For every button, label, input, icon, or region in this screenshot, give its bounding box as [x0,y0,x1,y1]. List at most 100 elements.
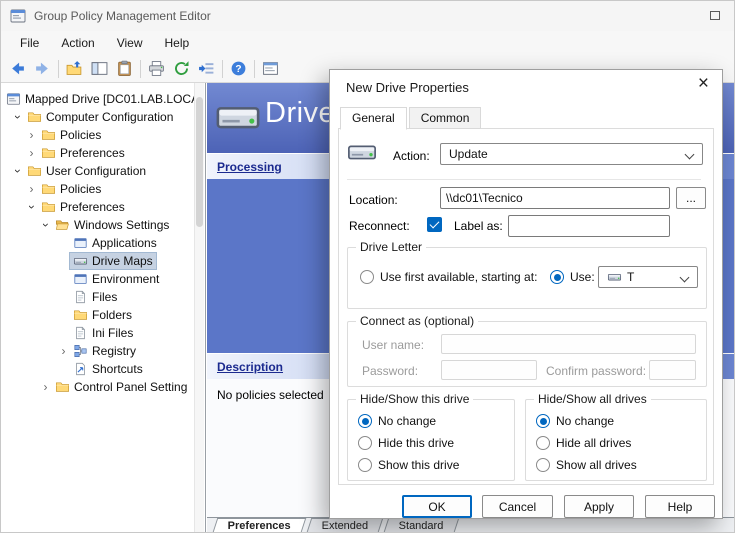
window-title: Group Policy Management Editor [34,9,211,23]
tree-item-folders[interactable]: Folders [1,306,205,324]
menu-file[interactable]: File [9,33,50,53]
close-icon[interactable]: × [698,74,709,93]
help-button[interactable] [226,57,251,81]
group-policy-editor-window: Group Policy Management Editor File Acti… [0,0,735,533]
maximize-button[interactable] [710,11,720,20]
tree-item-applications[interactable]: Applications [1,234,205,252]
tree-item-drive-maps[interactable]: Drive Maps [1,252,205,270]
chevron-collapsed-icon[interactable] [25,183,38,195]
up-one-level-button[interactable] [62,57,87,81]
toolbar-separator [254,60,255,78]
tree-item-registry[interactable]: Registry [1,342,205,360]
drive-icon [73,254,88,268]
properties-button[interactable] [112,57,137,81]
folder-icon [41,146,56,160]
printer-icon [148,60,165,77]
radio-selected-icon[interactable] [358,414,372,428]
drive-letter-group: Drive Letter Use first available, starti… [347,247,707,309]
radio-unselected-icon[interactable] [358,436,372,450]
confirm-password-input[interactable] [649,360,696,380]
tree-item-preferences-user[interactable]: Preferences [1,198,205,216]
menu-view[interactable]: View [106,33,154,53]
tab-extended[interactable]: Extended [307,518,384,532]
chevron-collapsed-icon[interactable] [57,345,70,357]
use-first-available-option[interactable]: Use first available, starting at: [360,270,537,284]
tree-item-ini-files[interactable]: Ini Files [1,324,205,342]
hide-all-drives-option[interactable]: Hide all drives [536,436,631,450]
tree-item-preferences[interactable]: Preferences [1,144,205,162]
action-value: Update [449,147,488,161]
chevron-expanded-icon[interactable] [25,201,38,213]
forward-button[interactable] [30,57,55,81]
all-no-change-option[interactable]: No change [536,414,614,428]
refresh-button[interactable] [169,57,194,81]
tree-scrollbar[interactable] [194,83,204,532]
chevron-expanded-icon[interactable] [39,219,52,231]
tree-item-environment[interactable]: Environment [1,270,205,288]
tab-general[interactable]: General [340,107,407,130]
chevron-expanded-icon[interactable] [11,111,24,123]
show-all-drives-option[interactable]: Show all drives [536,458,637,472]
connect-as-group-label: Connect as (optional) [356,314,478,328]
back-button[interactable] [5,57,30,81]
tree-item-control-panel-settings[interactable]: Control Panel Setting [1,378,205,396]
label-as-input[interactable] [508,215,670,237]
tree-item-windows-settings[interactable]: Windows Settings [1,216,205,234]
hide-show-all-drives-group: Hide/Show all drives No change Hide all … [525,399,707,481]
cancel-button[interactable]: Cancel [482,495,553,518]
applications-icon [73,236,88,250]
browse-button[interactable]: ... [676,187,706,209]
radio-unselected-icon[interactable] [358,458,372,472]
forward-icon [34,60,51,77]
radio-unselected-icon[interactable] [536,458,550,472]
description-link[interactable]: Description [217,360,283,374]
print-button[interactable] [144,57,169,81]
radio-selected-icon[interactable] [536,414,550,428]
processing-link[interactable]: Processing [217,160,282,174]
reconnect-checkbox[interactable] [427,217,442,232]
scrollbar-thumb[interactable] [196,97,203,227]
use-option[interactable]: Use: [550,270,595,284]
password-input[interactable] [441,360,537,380]
tab-preferences[interactable]: Preferences [213,518,307,532]
tab-common[interactable]: Common [409,107,482,129]
chevron-collapsed-icon[interactable] [25,147,38,159]
apply-button[interactable]: Apply [564,495,634,518]
general-tab-page: Action: Update Location: ... Reconnect: … [338,128,714,485]
tree-item-shortcuts[interactable]: Shortcuts [1,360,205,378]
export-list-button[interactable] [194,57,219,81]
radio-unselected-icon[interactable] [360,270,374,284]
help-button[interactable]: Help [645,495,715,518]
ok-button[interactable]: OK [402,495,472,518]
user-name-input[interactable] [441,334,696,354]
chevron-collapsed-icon[interactable] [39,381,52,393]
tree-item-policies-user[interactable]: Policies [1,180,205,198]
drive-letter-dropdown[interactable]: T [598,266,698,288]
radio-selected-icon[interactable] [550,270,564,284]
this-no-change-option[interactable]: No change [358,414,436,428]
action-dropdown[interactable]: Update [440,143,703,165]
tree-item-user-configuration[interactable]: User Configuration [1,162,205,180]
app-icon [10,8,26,24]
location-label: Location: [349,193,398,207]
hide-show-this-drive-label: Hide/Show this drive [356,392,473,406]
action-label: Action: [393,149,430,163]
location-input[interactable] [440,187,670,209]
show-window-button[interactable] [258,57,283,81]
hide-this-drive-option[interactable]: Hide this drive [358,436,454,450]
drive-letter-value: T [627,270,634,284]
console-tree: Mapped Drive [DC01.LAB.LOCA Computer Con… [1,83,206,532]
menu-help[interactable]: Help [154,33,201,53]
confirm-password-label: Confirm password: [546,364,646,378]
tree-item-computer-configuration[interactable]: Computer Configuration [1,108,205,126]
chevron-collapsed-icon[interactable] [25,129,38,141]
chevron-expanded-icon[interactable] [11,165,24,177]
radio-unselected-icon[interactable] [536,436,550,450]
show-console-tree-button[interactable] [87,57,112,81]
menu-action[interactable]: Action [50,33,105,53]
tab-standard[interactable]: Standard [384,518,459,532]
tree-item-files[interactable]: Files [1,288,205,306]
tree-item-root[interactable]: Mapped Drive [DC01.LAB.LOCA [1,90,205,108]
show-this-drive-option[interactable]: Show this drive [358,458,459,472]
tree-item-policies[interactable]: Policies [1,126,205,144]
